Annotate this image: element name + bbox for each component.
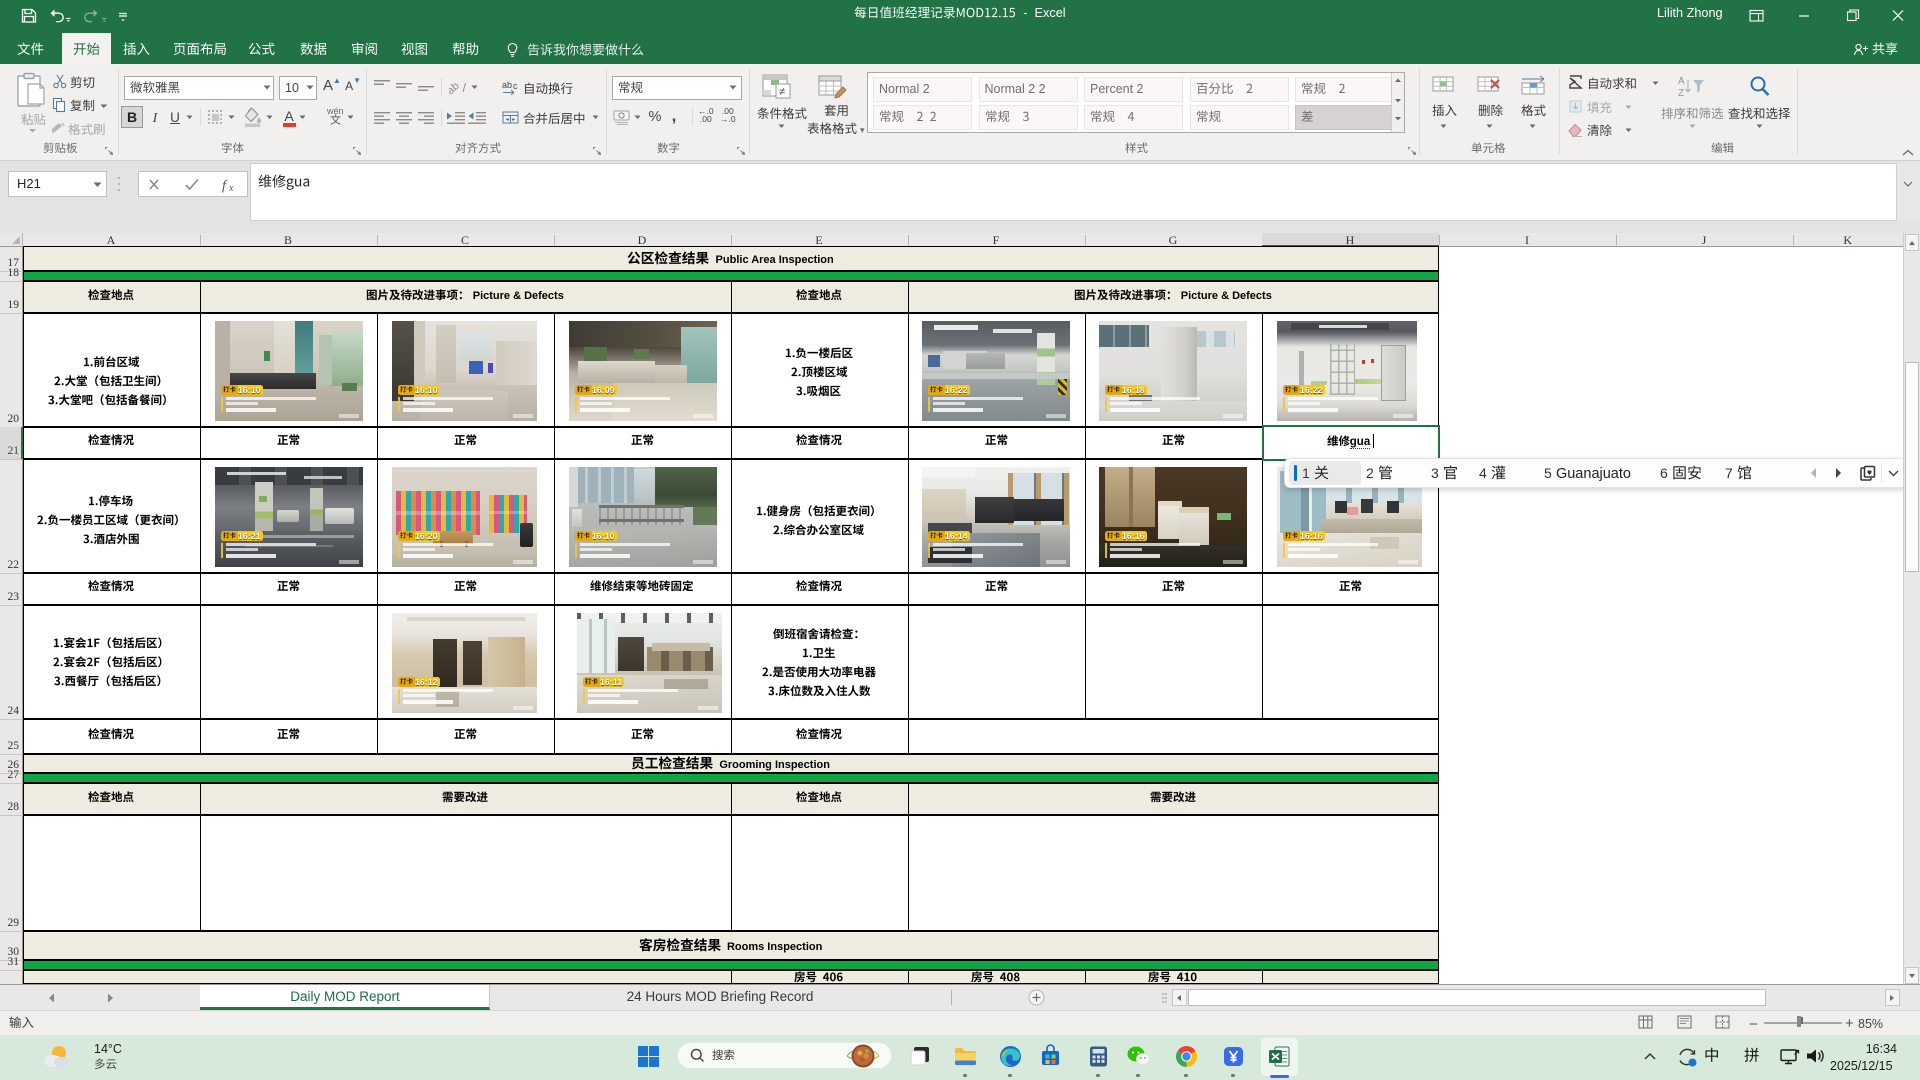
svg-text:f: f xyxy=(222,179,228,194)
svg-text:A: A xyxy=(1678,76,1685,87)
svg-text:x: x xyxy=(228,183,234,193)
svg-text:c: c xyxy=(513,81,518,91)
svg-text:Z: Z xyxy=(1678,88,1684,99)
svg-text:≠: ≠ xyxy=(779,86,785,98)
svg-text:ab: ab xyxy=(449,80,462,96)
svg-text:ab: ab xyxy=(502,80,512,90)
